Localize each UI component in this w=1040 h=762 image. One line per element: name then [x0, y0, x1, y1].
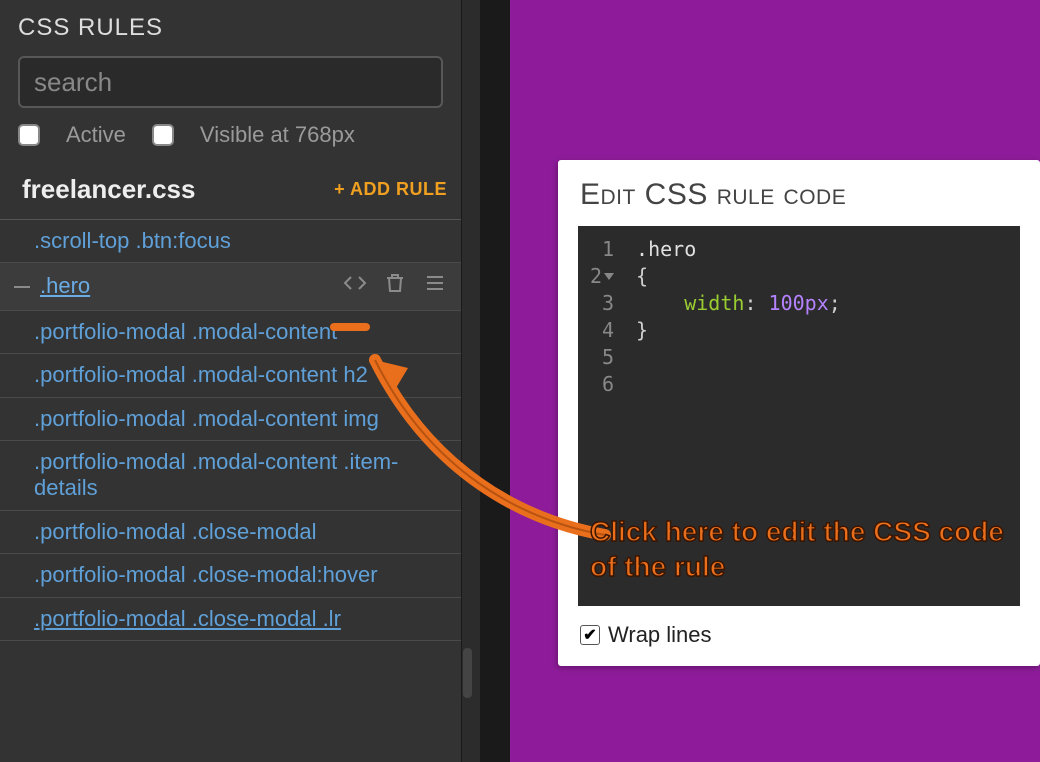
code-colon: :	[744, 291, 768, 315]
rule-selector: .scroll-top .btn:focus	[34, 228, 231, 254]
add-rule-button[interactable]: + ADD RULE	[334, 179, 447, 200]
rule-item[interactable]: .portfolio-modal .modal-content h2	[0, 354, 461, 397]
file-header: freelancer.css + ADD RULE	[0, 166, 461, 220]
annotation-marker	[330, 323, 370, 331]
rule-selector: .portfolio-modal .modal-content h2	[34, 362, 368, 388]
line-number: 4	[602, 317, 614, 344]
code-brace-close: }	[636, 318, 648, 342]
rule-item[interactable]: .scroll-top .btn:focus	[0, 220, 461, 263]
panel-title: CSS RULES	[0, 0, 461, 52]
code-semicolon: ;	[829, 291, 841, 315]
rule-item[interactable]: .portfolio-modal .modal-content	[0, 311, 461, 354]
rule-selector: .portfolio-modal .modal-content	[34, 319, 337, 345]
css-editor-popover: Edit CSS rule code 1 2 3 4 5 6 .hero { w…	[558, 160, 1040, 666]
rule-selector: .portfolio-modal .close-modal .lr	[34, 606, 341, 632]
rule-selector: .portfolio-modal .modal-content .item-de…	[34, 449, 447, 502]
active-label: Active	[66, 122, 126, 148]
rule-item-selected[interactable]: .hero	[0, 263, 461, 310]
file-name: freelancer.css	[22, 174, 195, 205]
rule-selector: .portfolio-modal .modal-content img	[34, 406, 379, 432]
rule-item[interactable]: .portfolio-modal .modal-content .item-de…	[0, 441, 461, 511]
line-number: 1	[602, 236, 614, 263]
rule-selector: .hero	[40, 273, 90, 299]
active-checkbox[interactable]	[18, 124, 40, 146]
rule-list: .scroll-top .btn:focus .hero	[0, 220, 461, 641]
css-rules-inner: CSS RULES Active Visible at 768px freela…	[0, 0, 462, 762]
code-value: 100px	[769, 291, 829, 315]
divider-strip	[480, 0, 510, 762]
wrap-lines-label: Wrap lines	[608, 622, 712, 648]
wrap-lines-checkbox[interactable]: ✔	[580, 625, 600, 645]
rule-selector: .portfolio-modal .close-modal	[34, 519, 316, 545]
visible-label: Visible at 768px	[200, 122, 355, 148]
line-number: 5	[602, 344, 614, 371]
scrollbar-thumb[interactable]	[463, 648, 472, 698]
code-brace-open: {	[636, 264, 648, 288]
trash-icon[interactable]	[383, 271, 407, 301]
rule-item[interactable]: .portfolio-modal .modal-content img	[0, 398, 461, 441]
search-wrap	[0, 52, 461, 122]
code-property: width	[684, 291, 744, 315]
line-number: 3	[602, 290, 614, 317]
wrap-lines-row: ✔ Wrap lines	[558, 606, 1040, 666]
search-input[interactable]	[18, 56, 443, 108]
line-number: 2	[590, 263, 602, 290]
rule-actions	[343, 271, 447, 301]
rule-item[interactable]: .portfolio-modal .close-modal .lr	[0, 598, 461, 641]
css-rules-panel: CSS RULES Active Visible at 768px freela…	[0, 0, 480, 762]
collapse-icon[interactable]	[14, 286, 30, 288]
editor-title: Edit CSS rule code	[558, 160, 1040, 226]
line-number: 6	[602, 371, 614, 398]
visible-checkbox[interactable]	[152, 124, 174, 146]
rule-item[interactable]: .portfolio-modal .close-modal	[0, 511, 461, 554]
rule-selector: .portfolio-modal .close-modal:hover	[34, 562, 378, 588]
code-selector: .hero	[636, 237, 696, 261]
rule-item[interactable]: .portfolio-modal .close-modal:hover	[0, 554, 461, 597]
menu-icon[interactable]	[423, 271, 447, 301]
fold-icon[interactable]	[604, 273, 614, 280]
filter-row: Active Visible at 768px	[0, 122, 461, 166]
annotation-text: Click here to edit the CSS code of the r…	[590, 514, 1020, 584]
code-icon[interactable]	[343, 271, 367, 301]
